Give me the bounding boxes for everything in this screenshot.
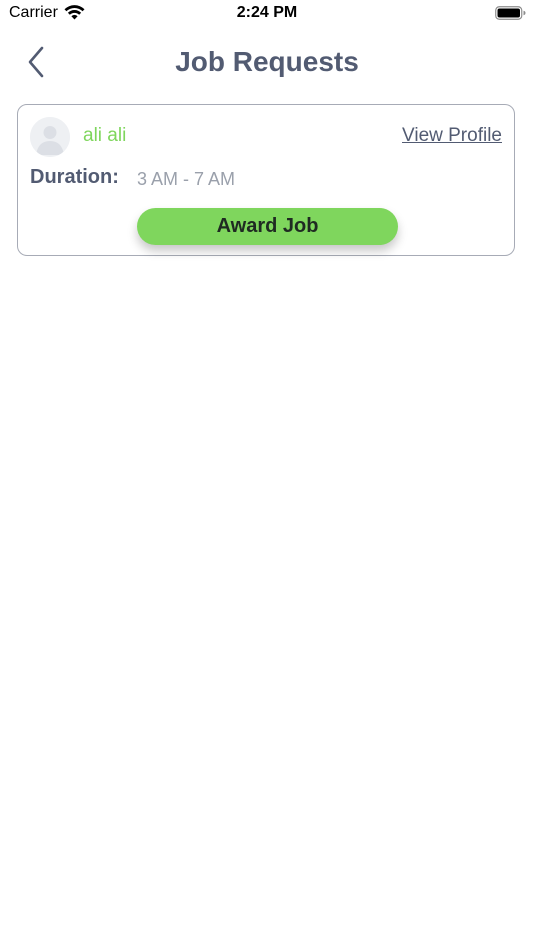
job-request-card: ali ali View Profile Duration: 3 AM - 7 … xyxy=(17,104,515,256)
duration-value: 3 AM - 7 AM xyxy=(137,169,236,189)
page-title: Job Requests xyxy=(175,46,359,77)
battery-icon xyxy=(495,6,526,20)
status-time: 2:24 PM xyxy=(236,4,298,21)
duration-label: Duration: xyxy=(30,166,119,188)
user-placeholder-icon xyxy=(30,117,70,157)
view-profile-link[interactable]: View Profile xyxy=(402,125,502,147)
nav-bar: Job Requests xyxy=(0,36,534,92)
award-job-button[interactable]: Award Job xyxy=(137,208,398,245)
requester-name[interactable]: ali ali xyxy=(83,125,126,147)
status-bar: Carrier 2:24 PM xyxy=(0,0,534,28)
